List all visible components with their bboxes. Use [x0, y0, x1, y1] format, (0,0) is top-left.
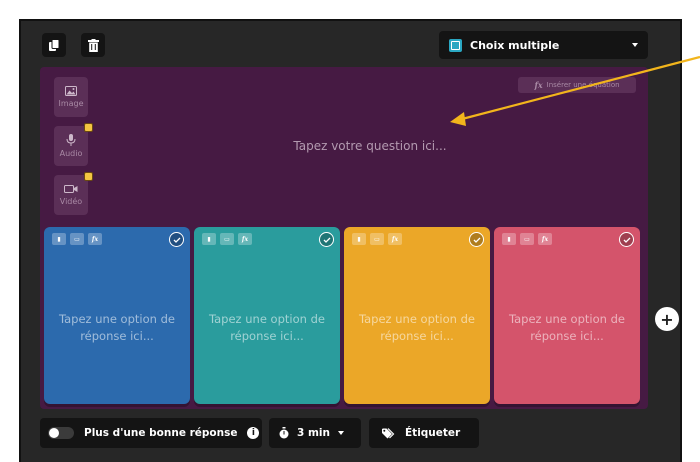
tag-label: Étiqueter [405, 427, 461, 439]
tag-icon [382, 427, 395, 438]
image-icon [65, 86, 77, 96]
image-label: Image [58, 99, 84, 108]
question-input[interactable]: Tapez votre question ici... [180, 139, 560, 153]
chevron-down-icon [632, 43, 638, 47]
premium-badge-icon [84, 123, 93, 132]
delete-option-icon[interactable]: ▮ [502, 233, 516, 245]
delete-button[interactable] [81, 33, 105, 57]
audio-label: Audio [59, 149, 83, 158]
option-tools: ▮ ▭ fx [502, 233, 552, 245]
option-tools: ▮ ▭ fx [352, 233, 402, 245]
add-audio-button[interactable]: Audio [54, 123, 93, 166]
video-camera-icon [64, 185, 78, 193]
option-input[interactable]: Tapez une option de réponse ici... [504, 311, 630, 345]
image-icon[interactable]: ▭ [220, 233, 234, 245]
option-input[interactable]: Tapez une option de réponse ici... [204, 311, 330, 345]
insert-equation-label: Insérer une équation [546, 81, 620, 89]
copy-icon [49, 38, 60, 51]
function-icon[interactable]: fx [88, 233, 102, 245]
option-tools: ▮ ▭ fx [52, 233, 102, 245]
microphone-icon [66, 134, 76, 146]
question-area: Image Audio Vidéo fx Insérer une équatio… [40, 67, 648, 409]
answer-option-2[interactable]: ▮ ▭ fx Tapez une option de réponse ici..… [194, 227, 340, 404]
image-icon[interactable]: ▭ [370, 233, 384, 245]
delete-option-icon[interactable]: ▮ [52, 233, 66, 245]
checkbox-list-icon [449, 38, 462, 52]
answer-option-3[interactable]: ▮ ▭ fx Tapez une option de réponse ici..… [344, 227, 490, 404]
multiple-correct-toggle[interactable]: Plus d'une bonne réponse i [40, 418, 262, 448]
option-input[interactable]: Tapez une option de réponse ici... [354, 311, 480, 345]
insert-equation-button[interactable]: fx Insérer une équation [518, 77, 636, 93]
add-video-button[interactable]: Vidéo [54, 172, 93, 215]
function-icon[interactable]: fx [538, 233, 552, 245]
chevron-down-icon [337, 431, 344, 435]
add-image-button[interactable]: Image [54, 77, 88, 117]
duplicate-button[interactable] [42, 33, 66, 57]
correct-answer-check-icon[interactable] [169, 232, 184, 247]
image-icon[interactable]: ▭ [70, 233, 84, 245]
add-option-button[interactable]: + [655, 307, 679, 331]
image-icon[interactable]: ▭ [520, 233, 534, 245]
time-limit-label: 3 min [297, 427, 330, 439]
option-input[interactable]: Tapez une option de réponse ici... [54, 311, 180, 345]
option-tools: ▮ ▭ fx [202, 233, 252, 245]
premium-badge-icon [84, 172, 93, 181]
time-limit-select[interactable]: 3 min [269, 418, 361, 448]
video-label: Vidéo [59, 197, 83, 206]
multiple-correct-label: Plus d'une bonne réponse [84, 427, 238, 439]
answer-option-4[interactable]: ▮ ▭ fx Tapez une option de réponse ici..… [494, 227, 640, 404]
trash-icon [87, 38, 99, 52]
tag-button[interactable]: Étiqueter [369, 418, 479, 448]
correct-answer-check-icon[interactable] [319, 232, 334, 247]
stopwatch-icon [279, 427, 289, 439]
delete-option-icon[interactable]: ▮ [352, 233, 366, 245]
info-icon[interactable]: i [247, 427, 260, 439]
question-type-label: Choix multiple [470, 38, 560, 52]
answer-option-1[interactable]: ▮ ▭ fx Tapez une option de réponse ici..… [44, 227, 190, 404]
function-icon[interactable]: fx [388, 233, 402, 245]
function-icon: fx [534, 80, 543, 90]
correct-answer-check-icon[interactable] [469, 232, 484, 247]
function-icon[interactable]: fx [238, 233, 252, 245]
question-editor-frame: Choix multiple Image Audio Vidéo fx Insé… [19, 19, 682, 462]
correct-answer-check-icon[interactable] [619, 232, 634, 247]
toggle-switch[interactable] [48, 427, 74, 439]
delete-option-icon[interactable]: ▮ [202, 233, 216, 245]
question-type-select[interactable]: Choix multiple [439, 31, 648, 59]
plus-icon: + [660, 309, 674, 329]
